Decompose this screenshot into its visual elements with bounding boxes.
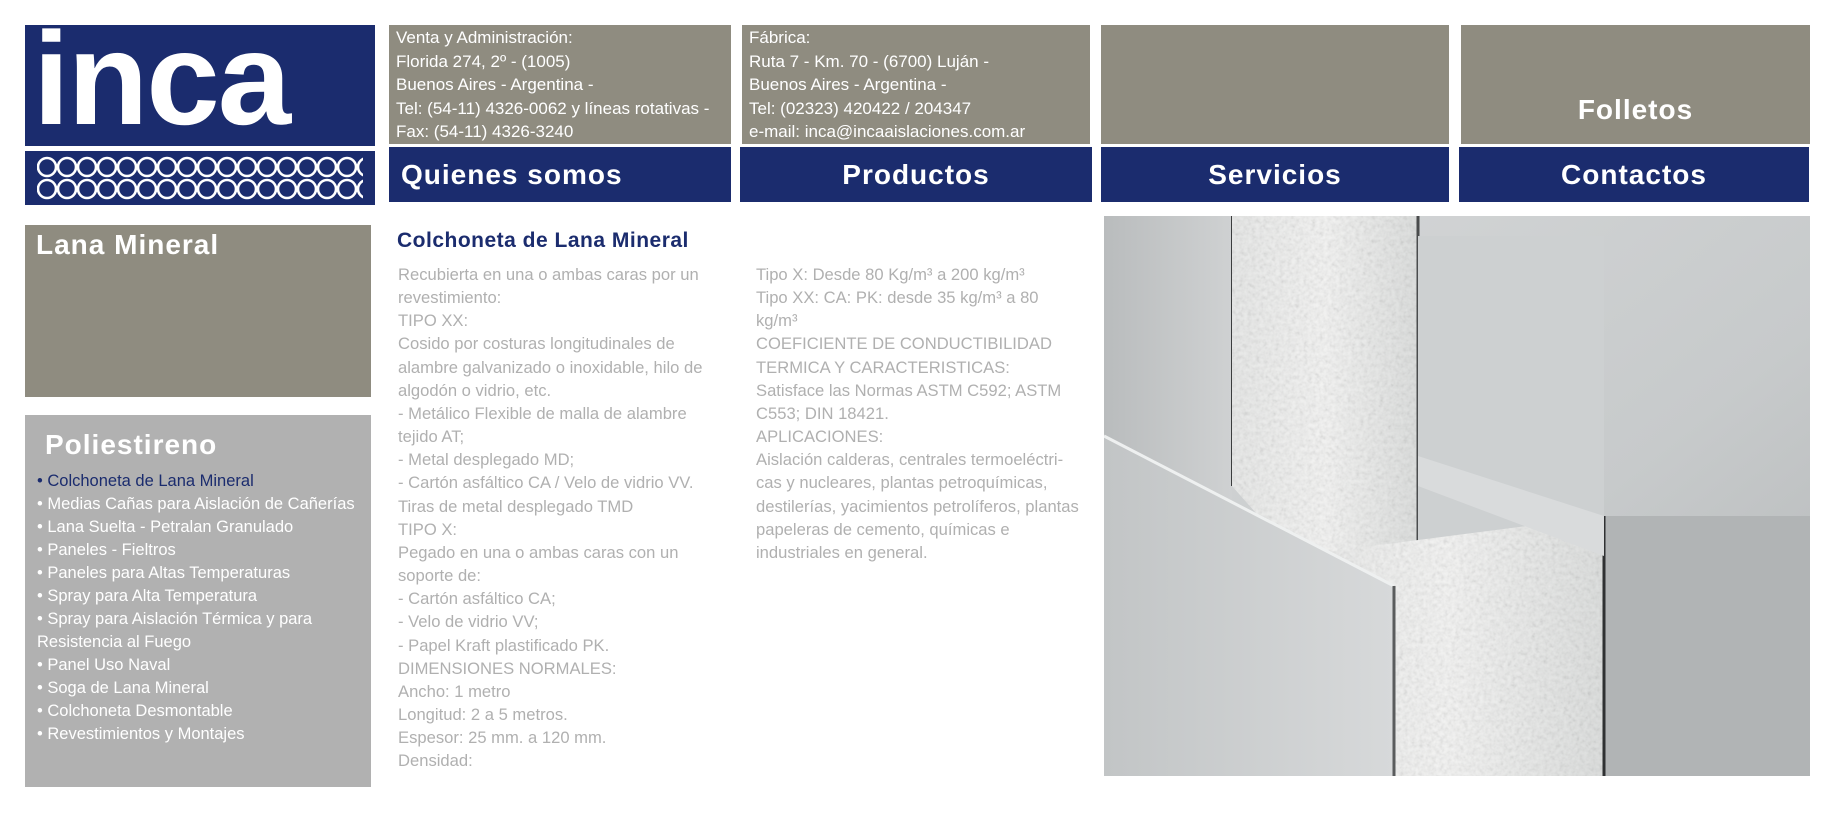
content-line: algodón o vidrio, etc. (398, 380, 552, 400)
venta-line: Tel: (54-11) 4326-0062 y líneas rotativa… (396, 98, 710, 118)
content-line: - Cartón asfáltico CA; (398, 589, 556, 609)
content-line: industriales en general. (756, 542, 928, 562)
content-line: Aislación calderas, centrales termoeléct… (756, 450, 1064, 470)
content-line: TIPO X: (398, 519, 458, 539)
content-line: Recubierta en una o ambas caras por un (398, 265, 699, 284)
product-menu: • Colchoneta de Lana Mineral • Medias Ca… (37, 470, 369, 746)
content-line: kg/m³ (756, 311, 798, 331)
fabrica-line: Ruta 7 - Km. 70 - (6700) Luján - (749, 51, 990, 71)
nav-servicios[interactable]: Servicios (1101, 147, 1449, 202)
menu-item-spray-alta-temp[interactable]: • Spray para Alta Temperatura (37, 585, 369, 608)
venta-line: Buenos Aires - Argentina - (396, 75, 594, 94)
poliestireno-title[interactable]: Poliestireno (45, 429, 217, 461)
content-line: TIPO XX: (398, 311, 469, 331)
venta-line: Florida 274, 2º - (1005) (396, 51, 571, 71)
fabrica-email[interactable]: e-mail: inca@incaaislaciones.com.ar (749, 120, 1083, 144)
lana-mineral-panel[interactable]: Lana Mineral (25, 225, 371, 397)
content-line: tejido AT; (398, 427, 465, 447)
menu-item-paneles-fieltros[interactable]: • Paneles - Fieltros (37, 539, 369, 562)
content-column-1: Recubierta en una o ambas caras por un r… (398, 263, 728, 772)
fabrica-line: Tel: (02323) 420422 / 204347 (749, 98, 972, 118)
nav-contactos[interactable]: Contactos (1459, 147, 1809, 202)
content-line: - Papel Kraft plastificado PK. (398, 635, 610, 655)
inca-logo[interactable]: inca (25, 25, 375, 205)
content-line: - Cartón asfáltico CA / Velo de vidrio V… (398, 473, 694, 493)
poliestireno-panel: Poliestireno • Colchoneta de Lana Minera… (25, 415, 371, 787)
menu-item-panel-naval[interactable]: • Panel Uso Naval (37, 654, 369, 677)
content-line: Espesor: 25 mm. a 120 mm. (398, 728, 607, 748)
menu-item-medias-canas[interactable]: • Medias Cañas para Aislación de Cañería… (37, 493, 369, 516)
content-line: - Velo de vidrio VV; (398, 612, 539, 632)
menu-item-paneles-altas-temp[interactable]: • Paneles para Altas Temperaturas (37, 562, 369, 585)
fabrica-line: Fábrica: (749, 28, 811, 47)
blank-header-box (1101, 25, 1449, 144)
folletos-label: Folletos (1577, 94, 1694, 125)
content-line: Tiras de metal desplegado TMD (398, 496, 634, 516)
content-line: cas y nucleares, plantas petroquímicas, (756, 473, 1048, 493)
menu-item-revestimientos[interactable]: • Revestimientos y Montajes (37, 723, 369, 746)
fabrica-line: Buenos Aires - Argentina - (749, 75, 947, 94)
content-line: Tipo XX: CA: PK: desde 35 kg/m³ a 80 (756, 288, 1039, 308)
nav-productos[interactable]: Productos (740, 147, 1092, 202)
content-line: Cosido por costuras longitudinales de (398, 334, 675, 354)
content-line: alambre galvanizado o inoxidable, hilo d… (398, 357, 703, 377)
venta-info-box: Venta y Administración: Florida 274, 2º … (389, 25, 731, 144)
content-line: Satisface las Normas ASTM C592; ASTM (756, 380, 1062, 400)
content-column-2: Tipo X: Desde 80 Kg/m³ a 200 kg/m³ Tipo … (756, 263, 1086, 564)
menu-item-lana-suelta[interactable]: • Lana Suelta - Petralan Granulado (37, 516, 369, 539)
product-photo-illustration (1104, 216, 1810, 776)
content-line: Tipo X: Desde 80 Kg/m³ a 200 kg/m³ (756, 265, 1025, 284)
menu-item-colchoneta-desmontable[interactable]: • Colchoneta Desmontable (37, 700, 369, 723)
menu-item-spray-aislacion-cont[interactable]: Resistencia al Fuego (37, 631, 369, 654)
logo-wave-pattern (37, 155, 363, 201)
content-line: papeleras de cemento, químicas e (756, 519, 1010, 539)
product-photo (1104, 216, 1810, 776)
content-line: - Metálico Flexible de malla de alambre (398, 403, 687, 423)
content-line: C553; DIN 18421. (756, 403, 889, 423)
content-line: DIMENSIONES NORMALES: (398, 658, 617, 678)
content-line: - Metal desplegado MD; (398, 450, 575, 470)
menu-item-soga[interactable]: • Soga de Lana Mineral (37, 677, 369, 700)
content-line: revestimiento: (398, 288, 502, 308)
content-line: TERMICA Y CARACTERISTICAS: (756, 357, 1010, 377)
menu-item-spray-aislacion[interactable]: • Spray para Aislación Térmica y para (37, 608, 369, 631)
venta-line: Venta y Administración: (396, 28, 573, 47)
content-line: Pegado en una o ambas caras con un (398, 542, 679, 562)
content-line: Densidad: (398, 751, 473, 771)
content-line: Longitud: 2 a 5 metros. (398, 704, 568, 724)
logo-text: inca (33, 25, 291, 152)
nav-quienes-somos[interactable]: Quienes somos (389, 147, 731, 202)
content-line: Ancho: 1 metro (398, 681, 511, 701)
venta-line: Fax: (54-11) 4326-3240 (396, 122, 574, 141)
content-line: soporte de: (398, 566, 482, 586)
lana-mineral-title[interactable]: Lana Mineral (36, 229, 219, 261)
content-line: APLICACIONES: (756, 427, 884, 447)
fabrica-info-box: Fábrica: Ruta 7 - Km. 70 - (6700) Luján … (742, 25, 1090, 144)
folletos-button[interactable]: Folletos (1461, 25, 1810, 144)
content-line: COEFICIENTE DE CONDUCTIBILIDAD (756, 334, 1052, 354)
content-line: destilerías, yacimientos petrolíferos, p… (756, 496, 1079, 516)
menu-item-colchoneta[interactable]: • Colchoneta de Lana Mineral (37, 470, 369, 493)
content-title: Colchoneta de Lana Mineral (397, 229, 689, 252)
